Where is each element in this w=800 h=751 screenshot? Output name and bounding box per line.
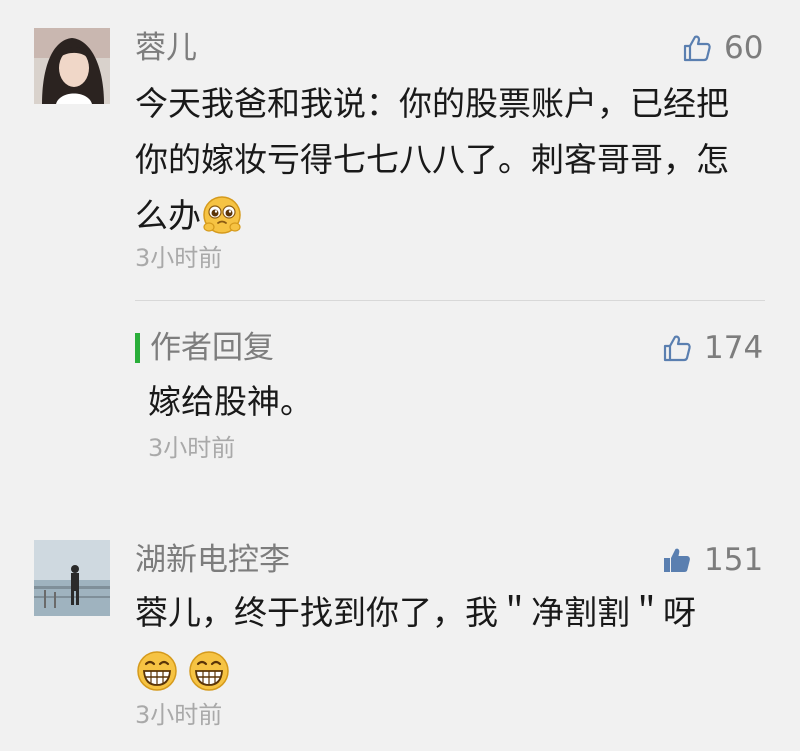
thumbs-up-outline-icon xyxy=(662,333,704,363)
timestamp: 3小时前 xyxy=(135,701,223,729)
thumbs-up-outline-icon xyxy=(682,33,724,63)
grinning-face-emoji-icon xyxy=(135,649,179,697)
comment-text: 蓉儿，终于找到你了，我＂净割割＂呀 xyxy=(135,593,696,632)
timestamp: 3小时前 xyxy=(148,434,236,462)
avatar[interactable] xyxy=(34,28,110,104)
like-button[interactable]: 174 xyxy=(662,328,763,368)
thumbs-up-filled-icon xyxy=(662,545,704,575)
timestamp: 3小时前 xyxy=(135,244,223,272)
emoji-row xyxy=(135,649,231,697)
like-button[interactable]: 151 xyxy=(662,540,763,580)
like-count: 60 xyxy=(724,30,764,66)
grinning-face-emoji-icon xyxy=(187,649,231,697)
author-reply-label: 作者回复 xyxy=(150,330,274,366)
avatar[interactable] xyxy=(34,540,110,616)
pleading-face-emoji-icon xyxy=(201,193,243,235)
reply-accent-bar xyxy=(135,333,140,363)
reply-text: 嫁给股神。 xyxy=(148,382,313,421)
commenter-name[interactable]: 湖新电控李 xyxy=(135,540,290,580)
like-count: 174 xyxy=(704,330,764,366)
comment-text: 今天我爸和我说：你的股票账户，已经把你的嫁妆亏得七七八八了。刺客哥哥，怎么办 xyxy=(135,76,755,244)
like-count: 151 xyxy=(704,542,764,578)
like-button[interactable]: 60 xyxy=(682,28,763,68)
commenter-name[interactable]: 蓉儿 xyxy=(135,28,197,68)
divider xyxy=(135,300,765,301)
